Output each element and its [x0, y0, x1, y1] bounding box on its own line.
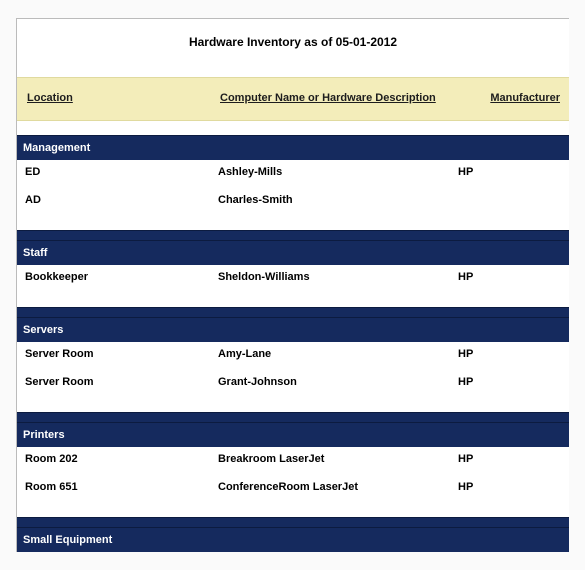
cell-name: Sheldon-Williams: [218, 271, 458, 283]
spacer: [17, 293, 569, 307]
cell-location: Server Room: [23, 376, 218, 388]
cell-manufacturer: HP: [458, 453, 558, 465]
cell-location: Room 202: [23, 453, 218, 465]
section-small-equipment: Small Equipment: [17, 527, 569, 552]
section-header: Printers: [17, 422, 569, 447]
table-row: Server Room Grant-Johnson HP: [17, 370, 569, 398]
cell-location: ED: [23, 166, 218, 178]
spacer: [17, 398, 569, 412]
page-title: Hardware Inventory as of 05-01-2012: [17, 19, 569, 77]
inventory-sheet: Hardware Inventory as of 05-01-2012 Loca…: [16, 18, 569, 552]
section-printers: Printers Room 202 Breakroom LaserJet HP …: [17, 422, 569, 527]
cell-name: ConferenceRoom LaserJet: [218, 481, 458, 493]
section-header: Small Equipment: [17, 527, 569, 552]
spacer: [17, 216, 569, 230]
cell-name: Ashley-Mills: [218, 166, 458, 178]
section-staff: Staff Bookkeeper Sheldon-Williams HP: [17, 240, 569, 317]
table-row: Bookkeeper Sheldon-Williams HP: [17, 265, 569, 293]
cell-manufacturer: HP: [458, 166, 558, 178]
section-header: Management: [17, 135, 569, 160]
cell-location: Room 651: [23, 481, 218, 493]
cell-manufacturer: HP: [458, 348, 558, 360]
header-location: Location: [25, 92, 220, 104]
spacer-dark: [17, 412, 569, 422]
spacer-dark: [17, 230, 569, 240]
cell-manufacturer: HP: [458, 271, 558, 283]
cell-manufacturer: [458, 194, 558, 206]
spacer-dark: [17, 307, 569, 317]
table-row: Server Room Amy-Lane HP: [17, 342, 569, 370]
spacer: [17, 503, 569, 517]
section-management: Management ED Ashley-Mills HP AD Charles…: [17, 135, 569, 240]
cell-manufacturer: HP: [458, 376, 558, 388]
page-container: Hardware Inventory as of 05-01-2012 Loca…: [0, 0, 585, 570]
column-headers: Location Computer Name or Hardware Descr…: [17, 77, 569, 121]
cell-location: Server Room: [23, 348, 218, 360]
cell-location: Bookkeeper: [23, 271, 218, 283]
cell-manufacturer: HP: [458, 481, 558, 493]
section-header: Staff: [17, 240, 569, 265]
spacer-dark: [17, 517, 569, 527]
table-row: Room 651 ConferenceRoom LaserJet HP: [17, 475, 569, 503]
cell-name: Breakroom LaserJet: [218, 453, 458, 465]
cell-location: AD: [23, 194, 218, 206]
section-servers: Servers Server Room Amy-Lane HP Server R…: [17, 317, 569, 422]
table-row: Room 202 Breakroom LaserJet HP: [17, 447, 569, 475]
header-manufacturer: Manufacturer: [460, 92, 560, 104]
table-row: ED Ashley-Mills HP: [17, 160, 569, 188]
cell-name: Amy-Lane: [218, 348, 458, 360]
cell-name: Grant-Johnson: [218, 376, 458, 388]
header-name: Computer Name or Hardware Description: [220, 92, 460, 104]
spacer: [17, 121, 569, 135]
section-header: Servers: [17, 317, 569, 342]
table-row: AD Charles-Smith: [17, 188, 569, 216]
cell-name: Charles-Smith: [218, 194, 458, 206]
